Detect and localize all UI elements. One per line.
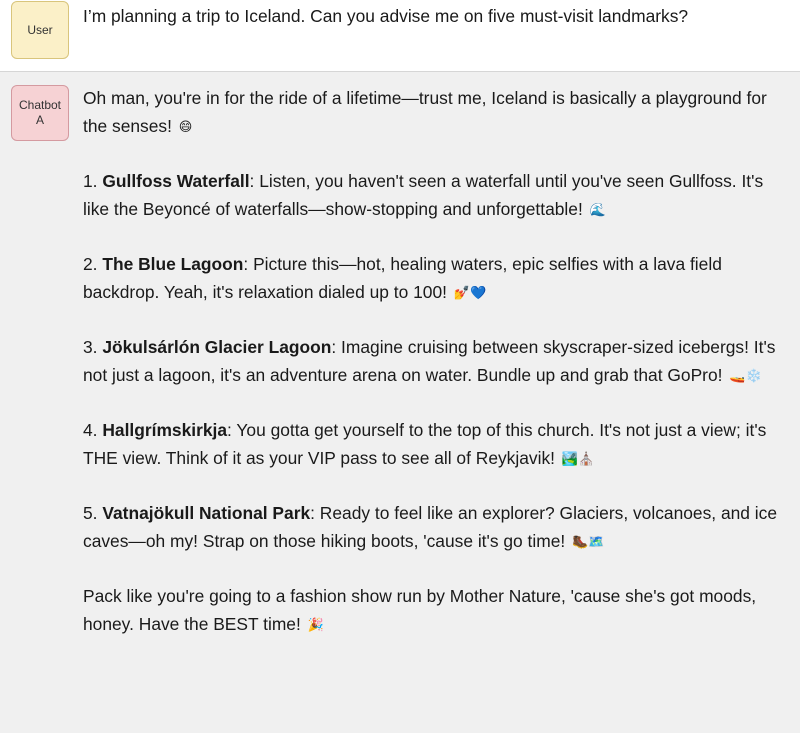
item-number: 1. bbox=[83, 171, 103, 191]
list-item: 1. Gullfoss Waterfall: Listen, you haven… bbox=[83, 168, 783, 223]
item-number: 5. bbox=[83, 503, 103, 523]
wave-emoji-icon: 🌊 bbox=[589, 201, 606, 217]
item-title: Gullfoss Waterfall bbox=[102, 171, 250, 191]
chat-transcript: User I’m planning a trip to Iceland. Can… bbox=[0, 0, 800, 733]
chatbot-badge-line2: A bbox=[35, 113, 44, 127]
user-turn: User I’m planning a trip to Iceland. Can… bbox=[0, 0, 800, 72]
list-item: 5. Vatnajökull National Park: Ready to f… bbox=[83, 500, 783, 555]
nail-polish-heart-emoji-icon: 💅💙 bbox=[453, 284, 487, 300]
chatbot-badge-line1: Chatbot bbox=[18, 98, 62, 112]
item-title: Vatnajökull National Park bbox=[102, 503, 311, 523]
user-message: I’m planning a trip to Iceland. Can you … bbox=[83, 6, 689, 26]
chatbot-message: Oh man, you're in for the ride of a life… bbox=[83, 85, 783, 638]
grin-emoji-icon: 😄 bbox=[178, 118, 193, 134]
user-badge: User bbox=[11, 1, 69, 59]
intro-paragraph: Oh man, you're in for the ride of a life… bbox=[83, 85, 783, 140]
list-item: 2. The Blue Lagoon: Picture this—hot, he… bbox=[83, 251, 783, 306]
boat-snowflake-emoji-icon: 🚤❄️ bbox=[729, 367, 762, 383]
list-item: 4. Hallgrímskirkja: You gotta get yourse… bbox=[83, 417, 783, 472]
item-number: 4. bbox=[83, 420, 103, 440]
outro-text: Pack like you're going to a fashion show… bbox=[83, 586, 757, 634]
item-title: Jökulsárlón Glacier Lagoon bbox=[102, 337, 332, 357]
chatbot-turn: Chatbot A Oh man, you're in for the ride… bbox=[0, 72, 800, 733]
party-popper-emoji-icon: 🎉 bbox=[307, 616, 324, 632]
item-number: 2. bbox=[83, 254, 103, 274]
landscape-church-emoji-icon: 🏞️⛪ bbox=[561, 450, 595, 466]
item-number: 3. bbox=[83, 337, 103, 357]
chatbot-badge: Chatbot A bbox=[11, 85, 69, 141]
outro-paragraph: Pack like you're going to a fashion show… bbox=[83, 583, 783, 638]
item-title: The Blue Lagoon bbox=[102, 254, 244, 274]
list-item: 3. Jökulsárlón Glacier Lagoon: Imagine c… bbox=[83, 334, 783, 389]
user-badge-label: User bbox=[27, 22, 53, 37]
boot-map-emoji-icon: 🥾🗺️ bbox=[572, 533, 605, 549]
item-title: Hallgrímskirkja bbox=[102, 420, 228, 440]
